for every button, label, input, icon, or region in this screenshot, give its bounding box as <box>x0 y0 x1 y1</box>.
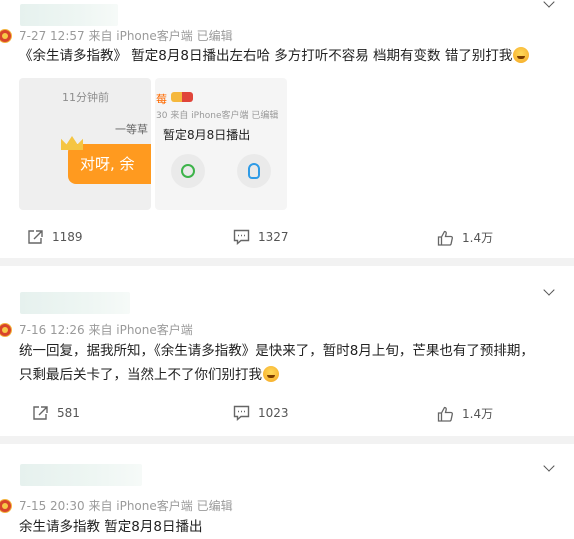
thumb-label: 一等草 <box>115 123 148 136</box>
post-separator <box>0 258 574 266</box>
laugh-emoji-icon <box>513 47 530 63</box>
thumb-meta: 30 来自 iPhone客户端 已编辑 <box>156 111 279 121</box>
crown-icon <box>61 136 83 150</box>
comment-count: 1023 <box>258 406 289 420</box>
like-count: 1.4万 <box>462 231 494 245</box>
image-thumbnail[interactable]: 11分钟前 一等草 对呀, 余 <box>19 78 151 210</box>
comment-button[interactable]: 1023 <box>233 405 289 421</box>
comment-button[interactable]: 1327 <box>233 229 289 245</box>
share-icon <box>32 405 49 421</box>
thumb-name: 莓 <box>156 93 167 106</box>
verified-badge-icon <box>0 29 12 43</box>
repost-count: 1189 <box>52 230 83 244</box>
thumb-time: 11分钟前 <box>62 91 109 104</box>
comment-icon <box>233 405 250 421</box>
chevron-down-icon[interactable] <box>543 460 555 472</box>
comment-icon <box>233 229 250 245</box>
verified-badge-icon <box>0 499 12 513</box>
share-icon <box>27 229 44 245</box>
repost-count: 581 <box>57 406 80 420</box>
verified-badge-icon <box>0 323 12 337</box>
post-text: 《余生请多指教》 暂定8月8日播出左右哈 多方打听不容易 档期有变数 错了别打我 <box>19 44 569 68</box>
post-text: 统一回复，据我所知，《余生请多指教》是快来了，暂时8月上旬，芒果也有了预排期， … <box>19 343 534 383</box>
like-count: 1.4万 <box>462 407 494 421</box>
like-button[interactable]: 1.4万 <box>437 405 493 422</box>
thumbs-up-icon <box>437 230 454 246</box>
chevron-down-icon[interactable] <box>543 284 555 296</box>
chevron-down-icon[interactable] <box>543 0 555 8</box>
badge-icons <box>171 92 193 102</box>
username-blurred[interactable] <box>20 292 130 314</box>
comment-count: 1327 <box>258 230 289 244</box>
post-card: 7-16 12:26 来自 iPhone客户端 统一回复，据我所知，《余生请多指… <box>0 266 574 436</box>
post-text: 余生请多指教 暂定8月8日播出 <box>19 519 203 535</box>
repost-button[interactable]: 1189 <box>27 229 83 245</box>
username-blurred[interactable] <box>20 464 142 486</box>
post-meta: 7-27 12:57 来自 iPhone客户端 已编辑 <box>19 29 233 43</box>
username-blurred[interactable] <box>20 4 118 26</box>
like-button[interactable]: 1.4万 <box>437 229 493 246</box>
image-thumbnail[interactable]: 莓 30 来自 iPhone客户端 已编辑 暂定8月8日播出 <box>155 78 287 210</box>
laugh-emoji-icon <box>263 366 279 382</box>
thumbs-up-icon <box>437 406 454 422</box>
repost-button[interactable]: 581 <box>32 405 80 421</box>
post-card: 7-27 12:57 来自 iPhone客户端 已编辑 《余生请多指教》 暂定8… <box>0 0 574 258</box>
post-card: 7-15 20:30 来自 iPhone客户端 已编辑 余生请多指教 暂定8月8… <box>0 444 574 539</box>
thumb-text: 暂定8月8日播出 <box>163 128 251 142</box>
post-meta: 7-15 20:30 来自 iPhone客户端 已编辑 <box>19 499 233 513</box>
bubble-text: 对呀, 余 <box>80 155 135 173</box>
chat-bubble: 对呀, 余 <box>68 144 151 184</box>
qq-share-icon <box>237 154 271 188</box>
wechat-share-icon <box>171 154 205 188</box>
post-meta: 7-16 12:26 来自 iPhone客户端 <box>19 323 193 337</box>
post-separator <box>0 436 574 444</box>
